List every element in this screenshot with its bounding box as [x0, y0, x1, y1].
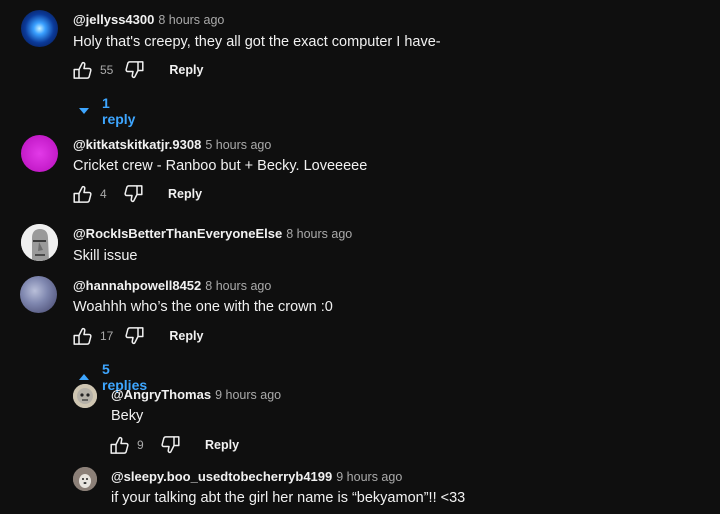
comment-header: @RockIsBetterThanEveryoneElse 8 hours ago [73, 226, 352, 241]
comment-header: @jellyss4300 8 hours ago [73, 12, 224, 27]
moai-avatar-image [21, 224, 58, 261]
comment-time[interactable]: 9 hours ago [215, 388, 281, 402]
comment-actions: 17 Reply [72, 325, 203, 347]
comment-text: Woahhh who’s the one with the crown :0 [73, 299, 333, 315]
comment-time[interactable]: 8 hours ago [158, 13, 224, 27]
comment-author[interactable]: @RockIsBetterThanEveryoneElse [73, 226, 282, 241]
replies-toggle[interactable]: 1 reply [79, 95, 135, 127]
avatar[interactable] [73, 384, 97, 408]
thumbs-up-icon[interactable] [72, 184, 92, 204]
thumbs-down-icon[interactable] [161, 435, 181, 455]
avatar[interactable] [21, 10, 58, 47]
comment-actions: 55 Reply [72, 59, 203, 81]
comment-text: Cricket crew - Ranboo but + Becky. Lovee… [73, 158, 368, 174]
comment-time[interactable]: 5 hours ago [205, 138, 271, 152]
comment-time[interactable]: 8 hours ago [286, 227, 352, 241]
comment-time[interactable]: 9 hours ago [336, 470, 402, 484]
caret-down-icon [79, 108, 89, 114]
like-count: 4 [100, 187, 107, 201]
thumbs-down-icon[interactable] [125, 326, 145, 346]
thumbs-up-icon[interactable] [72, 60, 92, 80]
comment-header: @hannahpowell8452 8 hours ago [73, 278, 271, 293]
thumbs-down-icon[interactable] [124, 184, 144, 204]
comment-text: Skill issue [73, 248, 138, 264]
comment-text: if your talking abt the girl her name is… [111, 490, 466, 506]
reply-button[interactable]: Reply [168, 187, 202, 201]
comment-text: Holy that's creepy, they all got the exa… [73, 34, 441, 50]
comment-actions: 9 Reply [109, 434, 239, 456]
reply-button[interactable]: Reply [169, 329, 203, 343]
avatar[interactable] [20, 276, 57, 313]
like-count: 55 [100, 63, 114, 77]
comment-header: @AngryThomas 9 hours ago [111, 387, 281, 402]
avatar[interactable] [21, 135, 58, 172]
like-count: 17 [100, 329, 114, 343]
reply-button[interactable]: Reply [169, 63, 203, 77]
comment-author[interactable]: @kitkatskitkatjr.9308 [73, 137, 201, 152]
comment-author[interactable]: @hannahpowell8452 [73, 278, 201, 293]
thumbs-up-icon[interactable] [109, 435, 129, 455]
comment-author[interactable]: @jellyss4300 [73, 12, 154, 27]
thumbs-down-icon[interactable] [125, 60, 145, 80]
avatar[interactable] [21, 224, 58, 261]
thumbs-up-icon[interactable] [72, 326, 92, 346]
replies-toggle-label: 1 reply [102, 95, 136, 127]
comment-author[interactable]: @AngryThomas [111, 387, 211, 402]
like-count: 9 [137, 438, 144, 452]
caret-up-icon [79, 374, 89, 380]
comment-header: @kitkatskitkatjr.9308 5 hours ago [73, 137, 271, 152]
avatar[interactable] [73, 467, 97, 491]
comment-header: @sleepy.boo_usedtobecherryb4199 9 hours a… [111, 469, 402, 484]
dog-avatar-image [73, 467, 97, 491]
thomas-avatar-image [73, 384, 97, 408]
comment-author[interactable]: @sleepy.boo_usedtobecherryb4199 [111, 469, 332, 484]
comment-actions: 4 Reply [72, 183, 202, 205]
comment-text: Beky [111, 408, 144, 424]
reply-button[interactable]: Reply [205, 438, 239, 452]
comment-time[interactable]: 8 hours ago [205, 279, 271, 293]
